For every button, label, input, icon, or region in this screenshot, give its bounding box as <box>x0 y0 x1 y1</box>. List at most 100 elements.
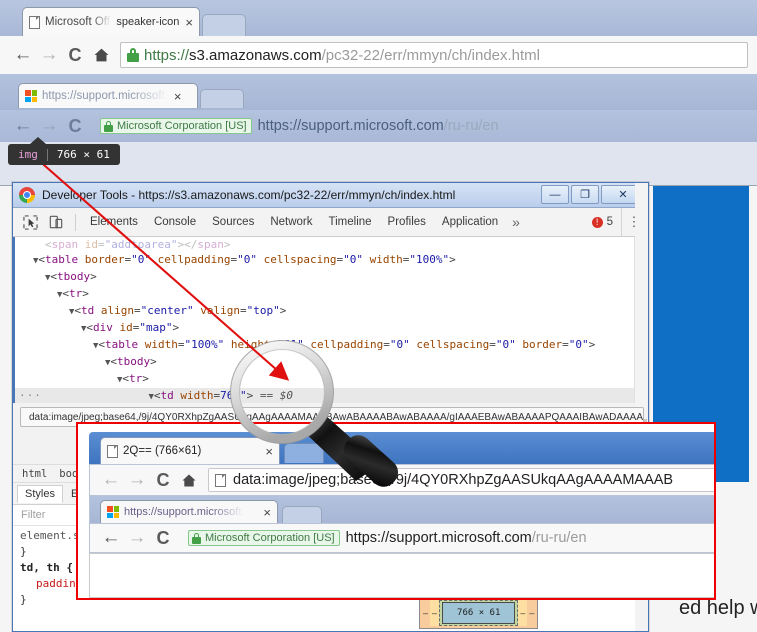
box-model-border[interactable]: – 766 × 61 – <box>430 600 527 626</box>
devtools-window-title: Developer Tools - https://s3.amazonaws.c… <box>42 188 455 202</box>
device-glyph <box>49 215 63 229</box>
element-inspect-tooltip: img 766 × 61 <box>8 144 120 165</box>
url-path-inner: /ru-ru/en <box>444 118 499 134</box>
border-right-value: – <box>520 608 525 618</box>
page-body-text: ed help wi <box>679 597 757 620</box>
home-icon[interactable] <box>88 42 114 68</box>
dom-line[interactable]: ▼<td align="center" valign="top"> <box>15 303 648 320</box>
selected-node-ref: == $0 <box>260 389 293 402</box>
reload-icon[interactable]: C <box>62 42 88 68</box>
new-tab-button-inner[interactable] <box>200 89 244 108</box>
dom-line[interactable]: <span id="addtoarea"></span> <box>15 237 648 252</box>
forward-icon[interactable]: → <box>36 113 62 139</box>
dom-line-selected[interactable]: ··· ▼<td width=766"> == $0 <box>15 388 648 403</box>
back-icon[interactable]: ← <box>10 113 36 139</box>
tab-application[interactable]: Application <box>434 208 506 236</box>
dom-line[interactable]: ▼<tr> <box>15 286 648 303</box>
browser-tab-title: Microsoft Official Supp <box>45 16 111 28</box>
browser-tabstrip-outer: Microsoft Official Supp speaker-icon × <box>0 0 757 36</box>
popup-new-tab-button[interactable] <box>284 443 324 463</box>
tab-timeline[interactable]: Timeline <box>321 208 380 236</box>
popup-address-bar[interactable]: data:image/jpeg;base64,/9j/4QY0RXhpZgAAS… <box>208 468 716 492</box>
devtools-tabbar: Elements Console Sources Network Timelin… <box>13 208 648 237</box>
tab-elements[interactable]: Elements <box>82 208 146 236</box>
close-icon[interactable]: × <box>174 90 182 103</box>
lock-icon <box>127 48 139 62</box>
dom-line[interactable]: ▼<div id="map"> <box>15 320 648 337</box>
close-icon[interactable]: × <box>185 16 193 29</box>
window-controls: — ❐ ✕ <box>541 185 645 204</box>
popup-inner-address-bar[interactable]: Microsoft Corporation [US] https://suppo… <box>182 525 716 551</box>
browser-toolbar-inner: ← → C Microsoft Corporation [US] https:/… <box>0 110 757 142</box>
dom-tree-panel[interactable]: <span id="addtoarea"></span> ▼<table bor… <box>13 237 648 403</box>
popup-inner-tab-title: https://support.microsoft. <box>124 506 244 518</box>
dom-line[interactable]: ▼<table border="0" cellpadding="0" cells… <box>15 252 648 269</box>
close-icon[interactable]: × <box>265 445 273 458</box>
forward-icon[interactable]: → <box>124 467 150 493</box>
reload-icon[interactable]: C <box>62 113 88 139</box>
back-icon[interactable]: ← <box>98 525 124 551</box>
td-width-value: 766" <box>220 389 247 402</box>
tooltip-tag-name: img <box>18 148 38 161</box>
error-counter[interactable]: ! 5 <box>592 208 622 236</box>
url-host-inner: https://support.microsoft.com <box>258 118 444 134</box>
browser-tabstrip-inner: https://support.microsoft. × <box>0 74 757 110</box>
popup-toolbar: ← → C data:image/jpeg;base64,/9j/4QY0RXh… <box>89 464 716 496</box>
box-model-padding[interactable]: 766 × 61 <box>439 600 518 626</box>
back-icon[interactable]: ← <box>10 42 36 68</box>
tab-network[interactable]: Network <box>262 208 320 236</box>
reload-icon[interactable]: C <box>150 525 176 551</box>
dom-line[interactable]: ▼<tr> <box>15 371 648 388</box>
expand-ellipsis-icon[interactable]: ··· <box>19 389 42 402</box>
speaker-icon[interactable]: speaker-icon <box>116 16 179 28</box>
address-bar-inner[interactable]: Microsoft Corporation [US] https://suppo… <box>94 113 748 139</box>
margin-left-value: – <box>423 608 428 618</box>
lock-icon <box>192 533 201 544</box>
url-host: s3.amazonaws.com <box>189 47 322 64</box>
breadcrumb-item-html[interactable]: html <box>22 468 47 480</box>
page-icon <box>107 445 118 458</box>
dom-line[interactable]: ▼<tbody> <box>15 354 648 371</box>
popup-viewport <box>89 553 716 598</box>
browser-tab-title-inner: https://support.microsoft. <box>42 90 168 102</box>
ev-badge-label: Microsoft Corporation [US] <box>205 532 335 544</box>
maximize-button[interactable]: ❐ <box>571 185 599 204</box>
box-model-margin[interactable]: – – 766 × 61 – – <box>419 597 538 629</box>
ev-certificate-badge[interactable]: Microsoft Corporation [US] <box>100 118 252 134</box>
back-icon[interactable]: ← <box>98 467 124 493</box>
close-icon[interactable]: × <box>263 506 271 519</box>
page-icon <box>29 16 40 29</box>
margin-right-value: – <box>529 608 534 618</box>
inspect-cursor-icon[interactable] <box>17 211 43 233</box>
microsoft-logo-icon <box>107 506 119 518</box>
popup-inner-url-path: /ru-ru/en <box>532 530 587 546</box>
tab-sources[interactable]: Sources <box>204 208 262 236</box>
dom-line[interactable]: ▼<tbody> <box>15 269 648 286</box>
error-count: 5 <box>607 216 613 228</box>
tab-styles[interactable]: Styles <box>17 485 63 503</box>
popup-tab-image[interactable]: 2Q== (766×61) × <box>100 437 280 464</box>
error-icon: ! <box>592 217 603 228</box>
home-icon[interactable] <box>176 467 202 493</box>
popup-url: data:image/jpeg;base64,/9j/4QY0RXhpZgAAS… <box>233 472 673 488</box>
tab-console[interactable]: Console <box>146 208 204 236</box>
minimize-button[interactable]: — <box>541 185 569 204</box>
screenshot-root: Microsoft Store Products Support ed help… <box>0 0 757 632</box>
tab-profiles[interactable]: Profiles <box>380 208 434 236</box>
ev-badge-label: Microsoft Corporation [US] <box>117 120 247 132</box>
forward-icon[interactable]: → <box>124 525 150 551</box>
new-tab-button[interactable] <box>202 14 246 36</box>
address-bar-outer[interactable]: https://s3.amazonaws.com/pc32-22/err/mmy… <box>120 42 748 68</box>
ev-certificate-badge[interactable]: Microsoft Corporation [US] <box>188 530 340 546</box>
more-tabs-icon[interactable]: » <box>506 208 526 236</box>
reload-icon[interactable]: C <box>150 467 176 493</box>
popup-inner-tab-support[interactable]: https://support.microsoft. × <box>100 500 278 523</box>
browser-tab-support-inner[interactable]: https://support.microsoft. × <box>18 83 198 108</box>
lock-icon <box>104 121 113 132</box>
forward-icon[interactable]: → <box>36 42 62 68</box>
popup-inner-new-tab-button[interactable] <box>282 506 322 523</box>
device-toggle-icon[interactable] <box>43 211 69 233</box>
dom-line[interactable]: ▼<table width="100%" height="61" cellpad… <box>15 337 648 354</box>
box-model-content[interactable]: 766 × 61 <box>442 602 515 624</box>
browser-tab-support[interactable]: Microsoft Official Supp speaker-icon × <box>22 7 200 36</box>
